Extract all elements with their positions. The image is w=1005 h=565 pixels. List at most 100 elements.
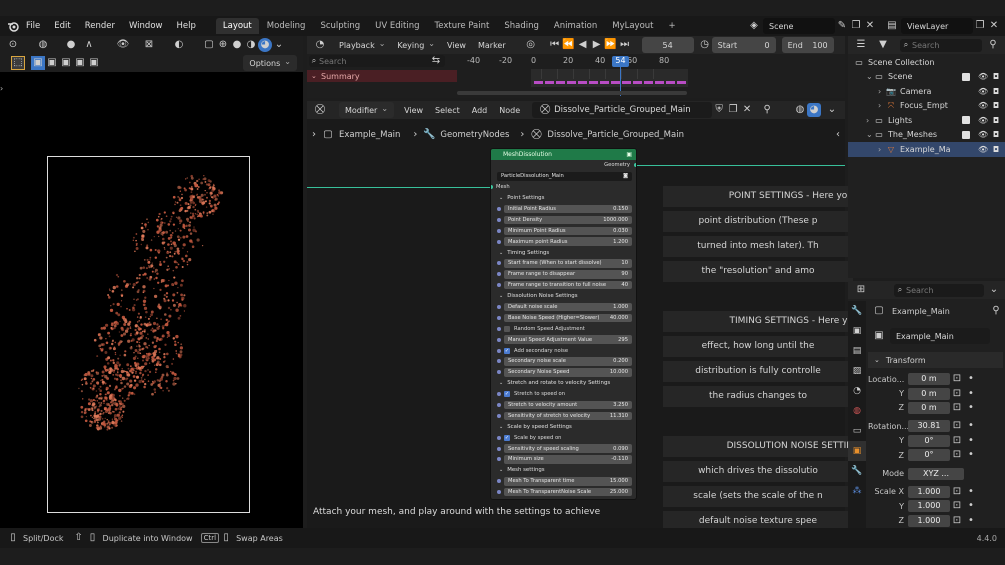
play-reverse-icon[interactable]: ◀ (576, 38, 590, 52)
keyframe-dot-icon[interactable]: • (964, 401, 978, 415)
keyframe-marker[interactable] (578, 81, 587, 84)
render-camera-icon[interactable]: ◘ (991, 72, 1001, 81)
rotation-mode-dropdown[interactable]: XYZ ... (908, 467, 964, 480)
tool-tab-icon[interactable]: 🔧 (848, 301, 866, 321)
marker-menu[interactable]: Marker (472, 37, 512, 53)
keyframe-dot-icon[interactable]: • (964, 387, 978, 401)
rotation-y-field[interactable]: 0° (908, 434, 950, 447)
visibility-icon[interactable]: 👁 (116, 38, 130, 52)
geometry-node-editor[interactable]: ⛒ Modifier View Select Add Node ⛒ Dissol… (307, 101, 853, 532)
frame-ruler[interactable]: -40 -20 0 20 40 60 80 (457, 56, 845, 68)
tab-mylayout[interactable]: MyLayout (605, 18, 660, 34)
properties-search[interactable]: ⌕ Search (894, 283, 984, 297)
filter-icon[interactable]: ⚲ (986, 38, 1000, 52)
rotation-x-field[interactable]: 30.81 (908, 420, 950, 433)
modifier-tab-icon[interactable]: 🔧 (848, 461, 866, 481)
timeline-view-menu[interactable]: View (441, 37, 472, 53)
transform-panel-header[interactable]: ⌄ Transform (868, 352, 1003, 368)
outliner-item[interactable]: › ▽ Example_Ma 👁 ◘ (848, 142, 1005, 157)
node-checkbox[interactable] (504, 325, 510, 332)
node-panel-header[interactable]: ⌄ Point Settings (497, 193, 632, 204)
input-socket[interactable] (497, 370, 501, 375)
input-socket[interactable] (497, 348, 501, 353)
node-value-field[interactable]: Secondary Noise Speed 10.000 (504, 368, 632, 377)
node-checkbox[interactable]: ✓ (504, 347, 510, 354)
outliner-search-input[interactable]: Search (912, 41, 939, 50)
keyframe-marker[interactable] (567, 81, 576, 84)
jump-key-back-icon[interactable]: ⏪ (562, 38, 576, 52)
node-select-menu[interactable]: Select (429, 102, 466, 118)
menu-edit[interactable]: Edit (54, 21, 70, 31)
outliner-item[interactable]: ⌄ ▭ The_Meshes 👁 ◘ (848, 128, 1005, 143)
breadcrumb-object[interactable]: Example_Main (339, 130, 400, 140)
node-group-shield-icon[interactable]: ◙ (623, 173, 628, 179)
expand-arrow-icon[interactable]: › (866, 116, 874, 125)
shading-material-icon[interactable]: ◑ (244, 38, 258, 52)
input-socket[interactable] (497, 446, 501, 451)
node-add-menu[interactable]: Add (466, 102, 494, 118)
mesh-dissolution-node[interactable]: MeshDissolution ▣ Geometry ParticleDisso… (490, 148, 637, 500)
eye-icon[interactable]: 👁 (978, 145, 988, 154)
node-panel-header[interactable]: ⌄ Stretch and rotate to velocity Settings (497, 378, 632, 389)
scale-z-field[interactable]: 1.000 (908, 514, 950, 527)
node-value-field[interactable]: Sensitivity of stretch to velocity 11.310 (504, 411, 632, 421)
node-value-field[interactable]: Frame range to disappear 90 (504, 270, 632, 279)
keyframe-marker[interactable] (600, 81, 609, 84)
expand-arrow-icon[interactable]: ⌄ (866, 130, 874, 139)
location-y-field[interactable]: 0 m (908, 387, 950, 400)
scene-icon[interactable]: ◈ (747, 19, 761, 33)
select-new-icon[interactable]: ▣ (31, 56, 45, 70)
tab-uv-editing[interactable]: UV Editing (368, 18, 426, 34)
select-extend-icon[interactable]: ▣ (45, 56, 59, 70)
outliner-search[interactable]: ⌕ Search (900, 38, 982, 52)
keyframe-marker[interactable] (611, 81, 620, 84)
lock-icon[interactable]: ⊡ (950, 485, 964, 499)
outliner-item[interactable]: › ⤧ Focus_Empt 👁 ◘ (848, 99, 1005, 114)
render-tab-icon[interactable]: ▣ (848, 321, 866, 341)
snap-icon[interactable]: ◍ (793, 103, 807, 117)
playhead-frame-indicator[interactable]: 54 (612, 56, 629, 67)
pin-tree-icon[interactable]: ⚲ (760, 103, 774, 117)
duplicate-tree-icon[interactable]: ❐ (726, 103, 740, 117)
eye-icon[interactable]: 👁 (978, 87, 988, 96)
delete-viewlayer-icon[interactable]: ✕ (987, 19, 1001, 33)
shading-rendered-icon[interactable]: ◕ (258, 38, 272, 52)
viewlayer-icon[interactable]: ▤ (885, 19, 899, 33)
keyframe-dot-icon[interactable]: • (964, 434, 978, 448)
input-socket[interactable] (497, 228, 501, 233)
node-overlay-icon[interactable]: ◕ (807, 103, 821, 117)
collection-tab-icon[interactable]: ▭ (848, 421, 866, 441)
start-frame-field[interactable]: Start 0 (711, 37, 776, 53)
eye-icon[interactable]: 👁 (978, 116, 988, 125)
new-scene-icon[interactable]: ❐ (849, 19, 863, 33)
outliner-item[interactable]: › 📷 Camera 👁 ◘ (848, 84, 1005, 99)
side-toolbar-toggle[interactable]: › (0, 84, 3, 93)
node-editor-type-icon[interactable]: ⛒ (313, 103, 327, 117)
outliner-item[interactable]: › ▭ Lights 👁 ◘ (848, 113, 1005, 128)
keyframe-marker[interactable] (633, 81, 642, 84)
keying-menu[interactable]: Keying (391, 37, 441, 53)
options-icon[interactable]: ⌄ (987, 283, 1001, 297)
input-socket[interactable] (497, 207, 501, 211)
input-socket[interactable] (497, 490, 501, 495)
scene-tab-icon[interactable]: ◔ (848, 381, 866, 401)
node-overlay-dropdown-icon[interactable]: ⌄ (825, 103, 839, 117)
playback-menu[interactable]: Playback (333, 37, 391, 53)
node-group-toggle-icon[interactable]: ▣ (626, 149, 632, 160)
input-socket[interactable] (497, 337, 501, 342)
editor-type-icon[interactable]: ⊙ (6, 38, 20, 52)
input-socket[interactable] (497, 457, 501, 462)
node-value-field[interactable]: Frame range to transition to full noise 4… (504, 280, 632, 290)
particles-tab-icon[interactable]: ⁂ (848, 481, 866, 501)
node-panel-header[interactable]: ⌄ Scale by speed Settings (497, 421, 632, 432)
node-value-field[interactable]: Sensitivity of speed scaling 0.090 (504, 444, 632, 453)
menu-help[interactable]: Help (176, 21, 195, 31)
transform-icon[interactable]: ● (64, 38, 78, 52)
xray-icon[interactable]: ▢ (202, 38, 216, 52)
menu-render[interactable]: Render (85, 21, 115, 31)
input-socket[interactable] (497, 283, 501, 288)
node-value-field[interactable]: Mesh To Transparent time 15.000 (504, 477, 632, 486)
lock-icon[interactable]: ⊡ (950, 372, 964, 386)
object-data-icon[interactable]: ▣ (872, 329, 886, 343)
tweak-tool-icon[interactable]: ⬚ (11, 56, 25, 70)
